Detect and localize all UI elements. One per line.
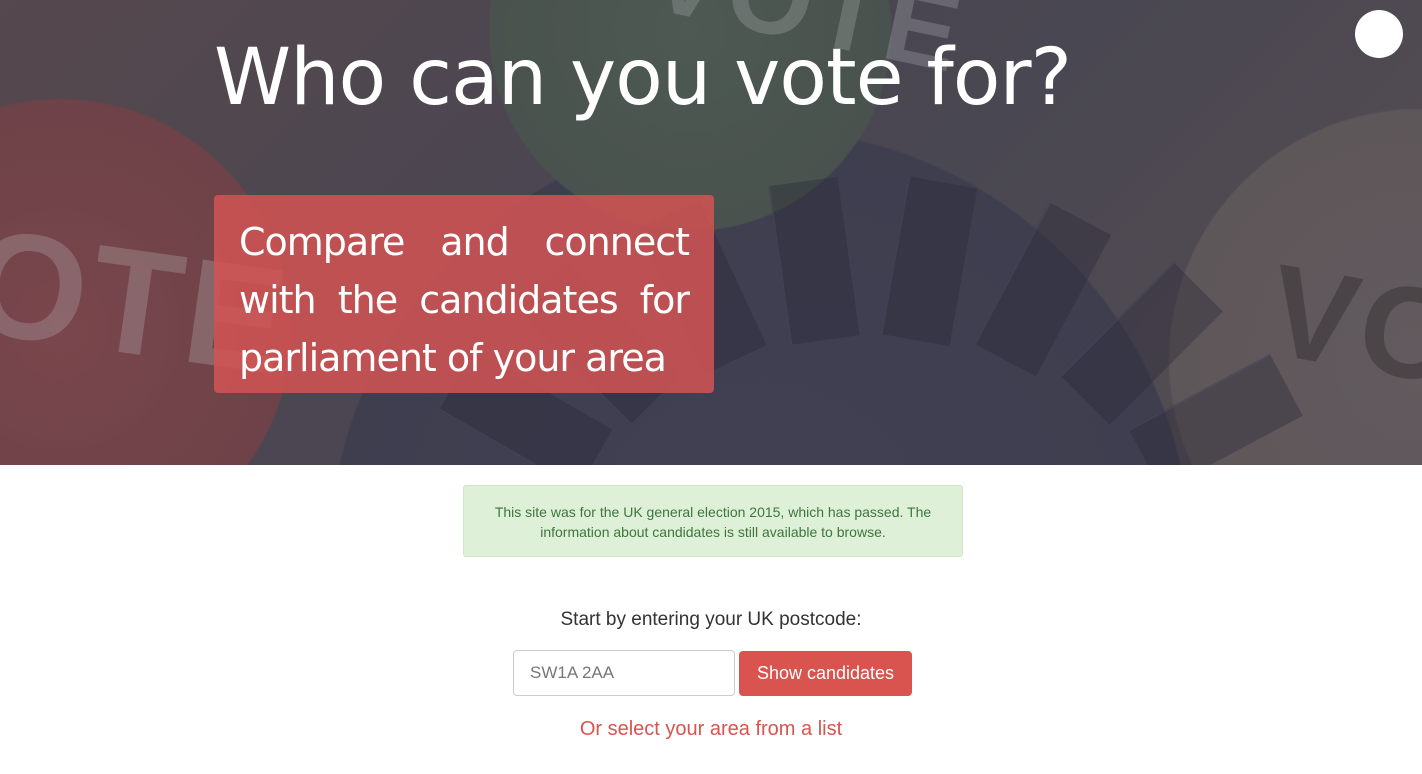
tagline-text: Compare and connect with the candidates …: [239, 220, 690, 380]
postcode-input[interactable]: [513, 650, 735, 696]
select-area-link[interactable]: Or select your area from a list: [0, 718, 1422, 741]
circle-menu-icon[interactable]: [1355, 10, 1403, 58]
postcode-prompt: Start by entering your UK postcode:: [560, 609, 862, 630]
page-title: Who can you vote for?: [214, 33, 1072, 123]
show-candidates-button[interactable]: Show candidates: [739, 651, 912, 696]
tagline-box: Compare and connect with the candidates …: [214, 195, 714, 393]
notice-text: This site was for the UK general electio…: [494, 504, 932, 540]
election-passed-notice: This site was for the UK general electio…: [463, 485, 963, 557]
hero-banner: OTE VO VOTE Who can you vote for? Compar…: [0, 0, 1422, 465]
